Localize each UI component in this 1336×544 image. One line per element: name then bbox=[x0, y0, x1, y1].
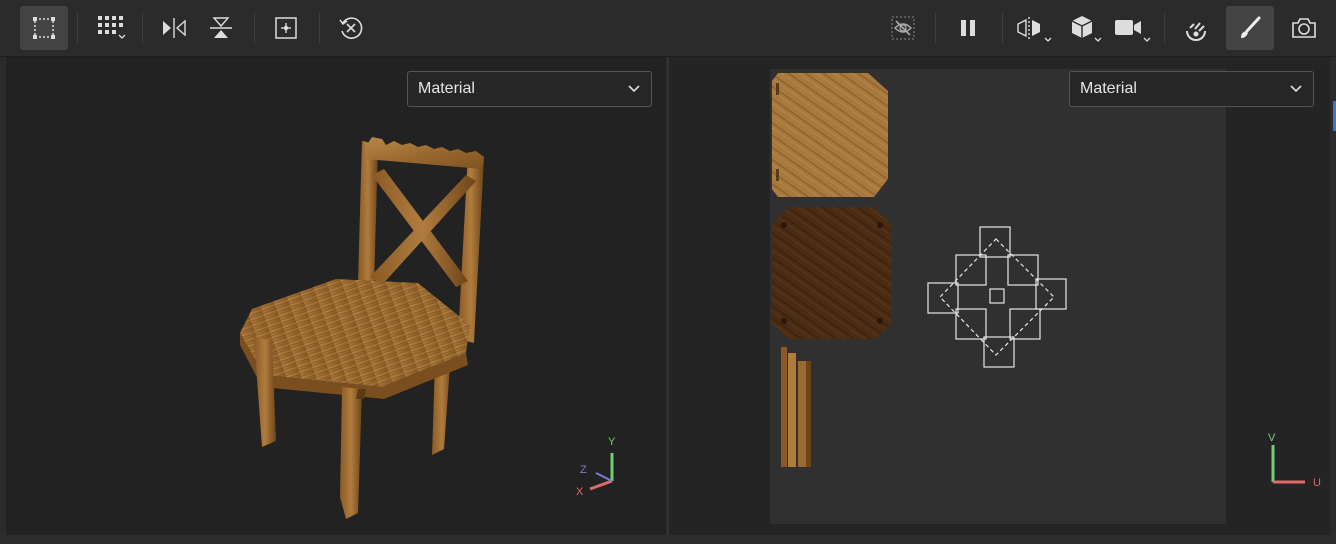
bottom-status-bar bbox=[0, 535, 1336, 544]
viewport-uv[interactable]: Material V U bbox=[669, 57, 1330, 535]
reset-tool-button[interactable] bbox=[327, 6, 375, 50]
grid-tool-button[interactable] bbox=[86, 6, 134, 50]
mirror-horizontal-icon bbox=[163, 18, 186, 38]
video-camera-icon bbox=[1115, 20, 1151, 42]
mirror-vertical-button[interactable] bbox=[197, 6, 245, 50]
viewport-toolbar bbox=[0, 0, 1336, 57]
focus-tool-button[interactable] bbox=[262, 6, 310, 50]
axis-u-label: U bbox=[1313, 477, 1321, 489]
paint-brush-icon bbox=[1241, 16, 1261, 38]
pause-button[interactable] bbox=[944, 6, 992, 50]
pause-icon bbox=[961, 20, 975, 36]
axis-gizmo: Y Z X bbox=[576, 436, 616, 497]
toolbar-separator bbox=[77, 12, 78, 44]
toolbar-separator bbox=[1164, 12, 1165, 44]
mirror-vertical-icon bbox=[210, 17, 232, 38]
hide-visibility-button[interactable] bbox=[879, 6, 927, 50]
select-box-icon bbox=[33, 17, 55, 39]
cube-view-button[interactable] bbox=[1060, 6, 1108, 50]
focus-frame-icon bbox=[275, 17, 297, 39]
side-panel-edge bbox=[1330, 57, 1336, 535]
viewport-3d[interactable]: Material Y Z X bbox=[6, 57, 666, 535]
chevron-down-icon bbox=[1290, 85, 1302, 93]
uv-islands bbox=[772, 73, 1067, 467]
lighting-button[interactable] bbox=[1172, 6, 1220, 50]
toolbar-separator bbox=[319, 12, 320, 44]
mirror-horizontal-button[interactable] bbox=[150, 6, 198, 50]
toolbar-separator bbox=[1002, 12, 1003, 44]
axis-v-label: V bbox=[1268, 432, 1276, 444]
toolbar-separator bbox=[935, 12, 936, 44]
uv-texture-sheet[interactable] bbox=[770, 69, 1226, 524]
grid-dots-icon bbox=[98, 16, 126, 39]
cube-icon bbox=[1071, 16, 1102, 42]
symmetry-button[interactable] bbox=[1010, 6, 1058, 50]
shading-mode-dropdown-right[interactable]: Material bbox=[1069, 71, 1314, 107]
reset-circle-icon bbox=[339, 17, 363, 39]
symmetry-icon bbox=[1017, 17, 1052, 42]
camera-icon bbox=[1292, 18, 1316, 38]
eye-slash-icon bbox=[891, 16, 915, 40]
screenshot-button[interactable] bbox=[1280, 6, 1328, 50]
toolbar-separator bbox=[254, 12, 255, 44]
axis-z-label: Z bbox=[580, 464, 587, 476]
axis-x-label: X bbox=[576, 486, 584, 497]
uv-axis-gizmo: V U bbox=[1268, 432, 1321, 489]
axis-y-label: Y bbox=[608, 436, 616, 448]
shading-mode-label: Material bbox=[1080, 80, 1137, 97]
toolbar-separator bbox=[142, 12, 143, 44]
paint-brush-button[interactable] bbox=[1226, 6, 1274, 50]
lighting-sphere-icon bbox=[1186, 22, 1206, 41]
camera-view-button[interactable] bbox=[1108, 6, 1156, 50]
select-box-tool-button[interactable] bbox=[20, 6, 68, 50]
chair-model[interactable] bbox=[6, 57, 666, 535]
